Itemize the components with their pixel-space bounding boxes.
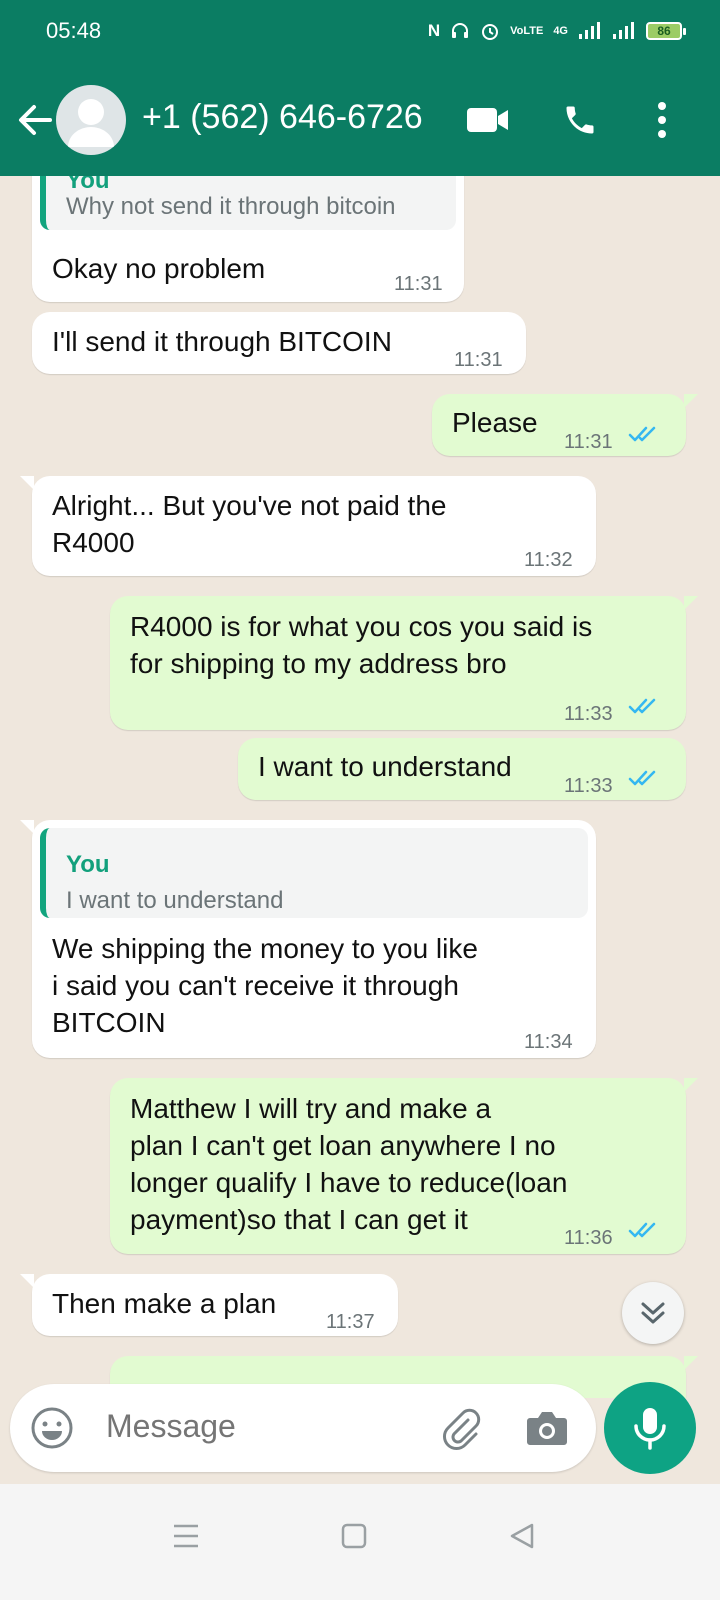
chevron-double-down-icon <box>641 1302 665 1324</box>
message-line: longer qualify I have to reduce(loan <box>130 1167 568 1198</box>
avatar[interactable] <box>56 85 126 155</box>
default-avatar-icon <box>68 99 114 147</box>
message-input[interactable] <box>106 1408 426 1445</box>
headset-icon <box>452 23 469 38</box>
message-outgoing[interactable]: R4000 is for what you cos you said is fo… <box>110 596 698 730</box>
message-time: 11:31 <box>564 431 613 453</box>
quote-author: You <box>66 851 110 878</box>
message-time: 11:32 <box>524 549 573 571</box>
network-type: 4G <box>553 25 568 37</box>
volte-icon: VoLTE <box>510 25 544 37</box>
back-arrow-icon[interactable] <box>16 100 54 140</box>
menu-nav-icon[interactable] <box>172 1522 200 1550</box>
attach-icon[interactable] <box>438 1406 484 1452</box>
message-line: R4000 <box>52 527 135 558</box>
message-incoming[interactable]: Alright... But you've not paid the R4000… <box>20 476 596 576</box>
message-line: for shipping to my address bro <box>130 648 507 679</box>
message-incoming[interactable]: You Why not send it through bitcoin Okay… <box>32 176 464 302</box>
message-outgoing[interactable]: I want to understand 11:33 <box>238 738 686 800</box>
message-line: Matthew I will try and make a <box>130 1093 492 1124</box>
message-text: Please <box>452 407 538 438</box>
nfc-icon: N <box>427 21 441 40</box>
more-vert-icon[interactable] <box>652 100 672 140</box>
home-nav-icon[interactable] <box>340 1522 368 1550</box>
status-bar: 05:48 N VoLTE 4G 86 <box>0 0 720 62</box>
read-ticks-icon <box>628 698 656 714</box>
battery-icon: 86 <box>646 22 686 40</box>
message-time: 11:34 <box>524 1031 573 1053</box>
message-time: 11:31 <box>394 273 443 295</box>
contact-name[interactable]: +1 (562) 646-6726 <box>142 98 423 137</box>
message-line: plan I can't get loan anywhere I no <box>130 1130 556 1161</box>
message-incoming[interactable]: You I want to understand We shipping the… <box>20 820 596 1058</box>
message-line: We shipping the money to you like <box>52 933 478 964</box>
message-time: 11:31 <box>454 349 503 371</box>
status-time: 05:48 <box>46 18 102 43</box>
quote-text: Why not send it through bitcoin <box>66 193 396 220</box>
message-time: 11:37 <box>326 1311 375 1333</box>
message-time: 11:33 <box>564 775 613 797</box>
signal-icon-2 <box>613 22 634 39</box>
message-line: R4000 is for what you cos you said is <box>130 611 593 642</box>
mic-button[interactable] <box>604 1382 696 1474</box>
message-text: Okay no problem <box>52 253 266 284</box>
read-ticks-icon <box>628 1222 656 1238</box>
message-text: I want to understand <box>258 751 512 782</box>
message-incoming[interactable]: Then make a plan 11:37 <box>20 1274 398 1336</box>
message-outgoing[interactable]: Matthew I will try and make a plan I can… <box>110 1078 698 1254</box>
camera-icon[interactable] <box>524 1406 570 1450</box>
message-text: I'll send it through BITCOIN <box>52 326 392 357</box>
quote-text: I want to understand <box>66 887 284 914</box>
message-line: i said you can't receive it through <box>52 970 459 1001</box>
message-line: payment)so that I can get it <box>130 1204 468 1235</box>
message-time: 11:36 <box>564 1227 613 1249</box>
status-icons: N VoLTE 4G 86 <box>427 21 686 41</box>
back-nav-icon[interactable] <box>508 1522 536 1550</box>
read-ticks-icon <box>628 426 656 442</box>
signal-icon <box>579 22 600 39</box>
message-composer <box>10 1384 596 1472</box>
system-nav-bar <box>0 1484 720 1600</box>
alarm-icon <box>482 24 499 40</box>
video-call-icon[interactable] <box>466 106 510 134</box>
chat-area[interactable]: You Why not send it through bitcoin Okay… <box>0 176 720 1398</box>
message-incoming[interactable]: I'll send it through BITCOIN 11:31 <box>32 312 526 374</box>
quoted-message[interactable]: You I want to understand <box>40 828 588 918</box>
quoted-message[interactable]: You Why not send it through bitcoin <box>40 176 456 230</box>
mic-icon <box>634 1408 666 1450</box>
chat-header: +1 (562) 646-6726 <box>0 62 720 176</box>
message-outgoing[interactable]: Please 11:31 <box>432 394 698 456</box>
message-line: BITCOIN <box>52 1007 166 1038</box>
message-line: Alright... But you've not paid the <box>52 490 447 521</box>
read-ticks-icon <box>628 770 656 786</box>
emoji-icon[interactable] <box>30 1406 74 1450</box>
phone-icon[interactable] <box>562 102 598 138</box>
message-time: 11:33 <box>564 703 613 725</box>
scroll-to-bottom-button[interactable] <box>622 1282 684 1344</box>
message-text: Then make a plan <box>52 1288 277 1319</box>
